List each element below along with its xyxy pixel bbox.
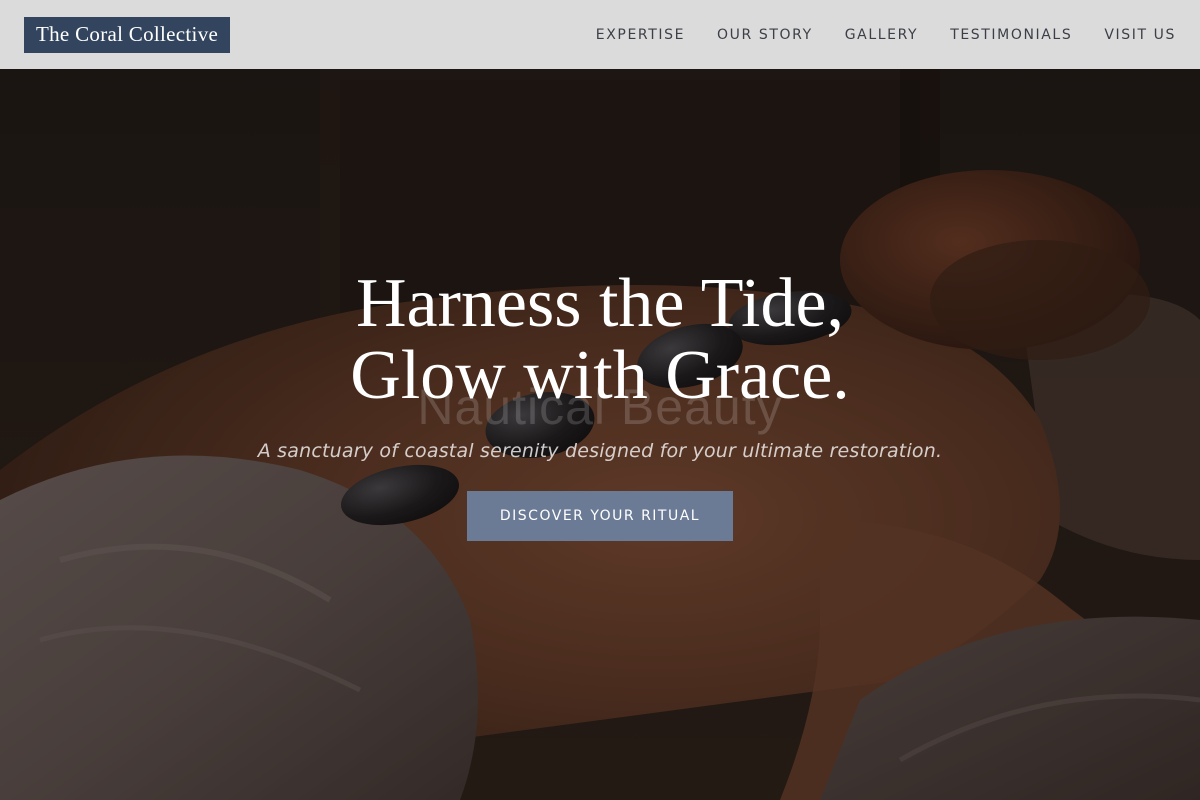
nav-link-our-story[interactable]: OUR STORY <box>717 27 813 43</box>
hero-headline-line-1: Harness the Tide, <box>355 265 845 342</box>
hero-headline-line-2: Glow with Grace. <box>350 337 850 414</box>
nav-link-visit-us[interactable]: VISIT US <box>1104 27 1176 43</box>
main-nav: EXPERTISE OUR STORY GALLERY TESTIMONIALS… <box>596 26 1176 44</box>
discover-ritual-button[interactable]: DISCOVER YOUR RITUAL <box>467 491 733 541</box>
hero-headline: Harness the Tide, Glow with Grace. <box>0 268 1200 412</box>
nav-link-expertise[interactable]: EXPERTISE <box>596 27 685 43</box>
nav-link-gallery[interactable]: GALLERY <box>845 27 918 43</box>
hero-subtitle: A sanctuary of coastal serenity designed… <box>257 440 943 462</box>
nav-link-testimonials[interactable]: TESTIMONIALS <box>950 27 1072 43</box>
hero-content: Harness the Tide, Glow with Grace. A san… <box>0 268 1200 541</box>
brand-logo[interactable]: The Coral Collective <box>24 16 231 53</box>
site-header: The Coral Collective EXPERTISE OUR STORY… <box>0 0 1200 69</box>
